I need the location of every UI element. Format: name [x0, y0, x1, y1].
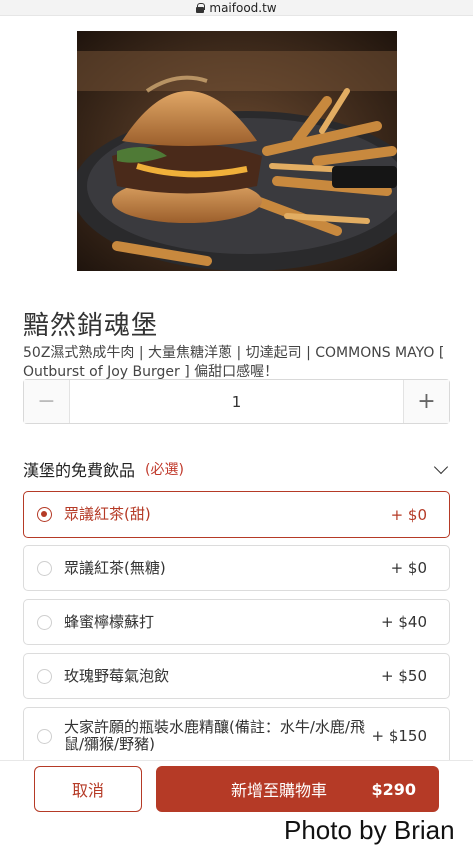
add-to-cart-label: 新增至購物車	[231, 781, 328, 800]
burger-photo	[77, 31, 397, 271]
radio-button[interactable]	[37, 507, 52, 522]
chevron-down-icon[interactable]	[433, 459, 449, 475]
radio-button[interactable]	[37, 560, 52, 576]
option-label: 眾議紅茶(無糖)	[64, 558, 166, 577]
quantity-stepper: − 1 +	[23, 379, 450, 424]
drink-option[interactable]: 玫瑰野莓氣泡飲 + $50	[23, 653, 450, 699]
option-label: 蜂蜜檸檬蘇打	[64, 612, 155, 631]
drink-option[interactable]: 大家許願的瓶裝水鹿精釀(備註：水牛/水鹿/飛鼠/獼猴/野豬) + $150	[23, 707, 450, 765]
drink-option[interactable]: 眾議紅茶(甜) + $0	[23, 491, 450, 538]
drink-section-header[interactable]: 漢堡的免費飲品 (必選)	[23, 456, 450, 482]
option-price: + $150	[371, 727, 427, 745]
radio-button[interactable]	[37, 668, 52, 684]
option-label: 眾議紅茶(甜)	[64, 505, 151, 523]
product-image	[77, 31, 397, 271]
radio-button[interactable]	[37, 728, 52, 744]
product-title: 黯然銷魂堡	[23, 311, 159, 341]
option-price: + $0	[390, 505, 427, 524]
option-price: + $0	[390, 559, 427, 577]
decrease-quantity-button[interactable]: −	[24, 380, 70, 423]
lock-icon	[196, 3, 206, 13]
url-text: maifood.tw	[209, 0, 277, 15]
radio-button[interactable]	[37, 614, 52, 630]
option-label: 大家許願的瓶裝水鹿精釀(備註：水牛/水鹿/飛鼠/獼猴/野豬)	[64, 718, 365, 753]
add-to-cart-button[interactable]: 新增至購物車 $290	[156, 766, 439, 812]
browser-url-bar[interactable]: maifood.tw	[0, 0, 473, 16]
option-label: 玫瑰野莓氣泡飲	[64, 666, 170, 685]
quantity-value[interactable]: 1	[70, 380, 403, 423]
drink-option[interactable]: 蜂蜜檸檬蘇打 + $40	[23, 599, 450, 645]
option-price: + $40	[381, 613, 427, 631]
product-description: 50Z濕式熟成牛肉 | 大量焦糖洋蔥 | 切達起司 | COMMONS MAYO…	[23, 345, 445, 380]
cart-total: $290	[371, 779, 416, 799]
drink-option[interactable]: 眾議紅茶(無糖) + $0	[23, 545, 450, 591]
required-label: (必選)	[145, 462, 184, 478]
cancel-button[interactable]: 取消	[34, 766, 142, 812]
section-title: 漢堡的免費飲品	[23, 461, 136, 480]
increase-quantity-button[interactable]: +	[403, 380, 449, 423]
option-price: + $50	[381, 667, 427, 685]
photo-credit-watermark: Photo by Brian	[284, 815, 455, 845]
